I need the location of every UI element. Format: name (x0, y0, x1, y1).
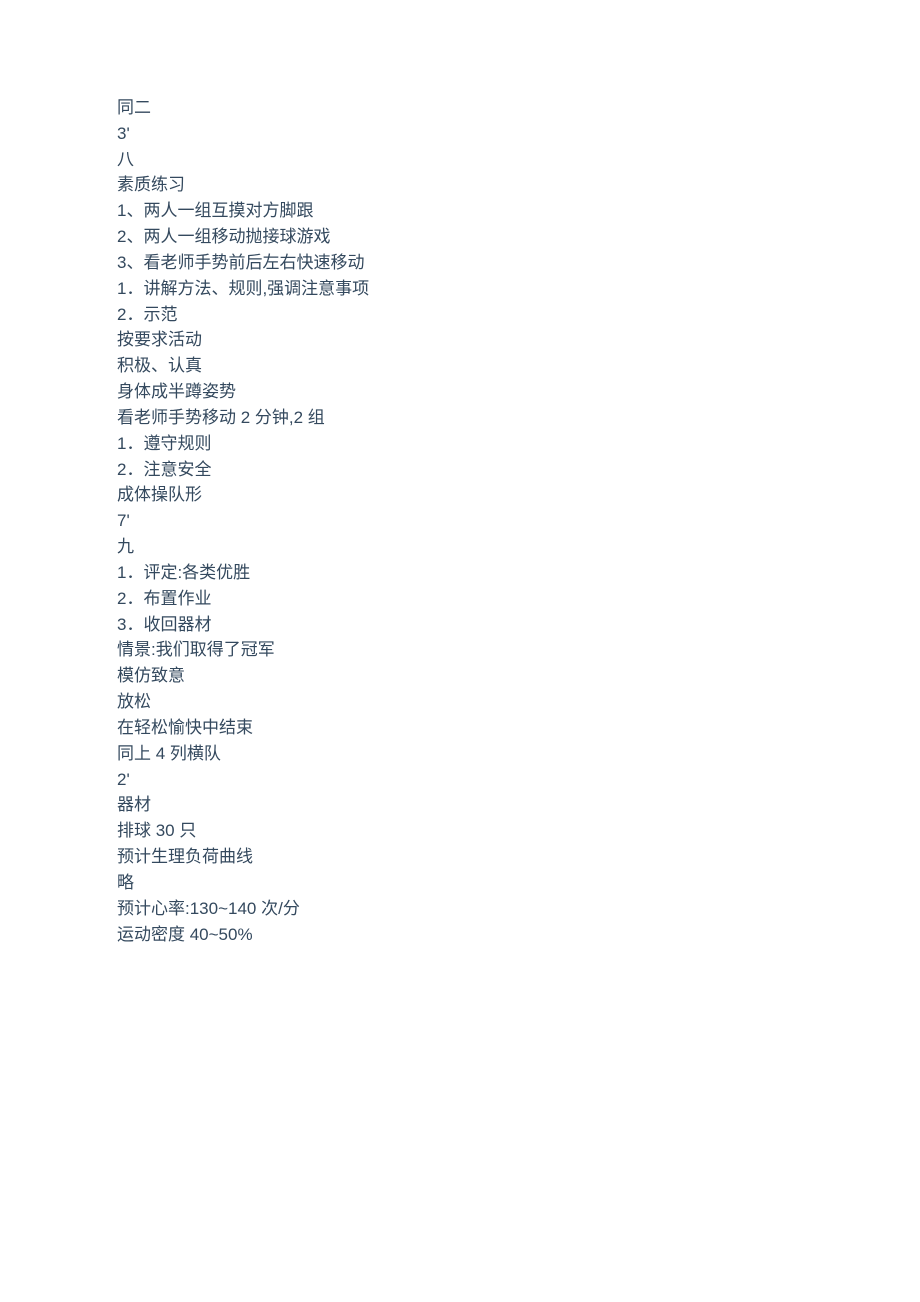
text-line: 3、看老师手势前后左右快速移动 (117, 250, 920, 276)
text-line: 排球 30 只 (117, 818, 920, 844)
text-line: 器材 (117, 792, 920, 818)
text-line: 成体操队形 (117, 482, 920, 508)
text-line: 1．遵守规则 (117, 431, 920, 457)
text-line: 2．示范 (117, 302, 920, 328)
text-line: 看老师手势移动 2 分钟,2 组 (117, 405, 920, 431)
text-line: 模仿致意 (117, 663, 920, 689)
text-line: 同二 (117, 95, 920, 121)
text-line: 九 (117, 534, 920, 560)
text-line: 1．讲解方法、规则,强调注意事项 (117, 276, 920, 302)
text-line: 3．收回器材 (117, 612, 920, 638)
text-line: 略 (117, 870, 920, 896)
text-line: 按要求活动 (117, 327, 920, 353)
text-line: 2、两人一组移动抛接球游戏 (117, 224, 920, 250)
text-line: 运动密度 40~50% (117, 922, 920, 948)
text-line: 素质练习 (117, 172, 920, 198)
text-line: 放松 (117, 689, 920, 715)
text-line: 在轻松愉快中结束 (117, 715, 920, 741)
text-line: 身体成半蹲姿势 (117, 379, 920, 405)
text-line: 情景:我们取得了冠军 (117, 637, 920, 663)
text-line: 2．注意安全 (117, 457, 920, 483)
text-line: 积极、认真 (117, 353, 920, 379)
text-line: 7' (117, 508, 920, 534)
text-line: 预计心率:130~140 次/分 (117, 896, 920, 922)
text-line: 2' (117, 767, 920, 793)
document-body: 同二 3' 八 素质练习 1、两人一组互摸对方脚跟 2、两人一组移动抛接球游戏 … (117, 95, 920, 947)
text-line: 1、两人一组互摸对方脚跟 (117, 198, 920, 224)
text-line: 3' (117, 121, 920, 147)
text-line: 同上 4 列横队 (117, 741, 920, 767)
text-line: 八 (117, 147, 920, 173)
text-line: 1．评定:各类优胜 (117, 560, 920, 586)
text-line: 2．布置作业 (117, 586, 920, 612)
text-line: 预计生理负荷曲线 (117, 844, 920, 870)
